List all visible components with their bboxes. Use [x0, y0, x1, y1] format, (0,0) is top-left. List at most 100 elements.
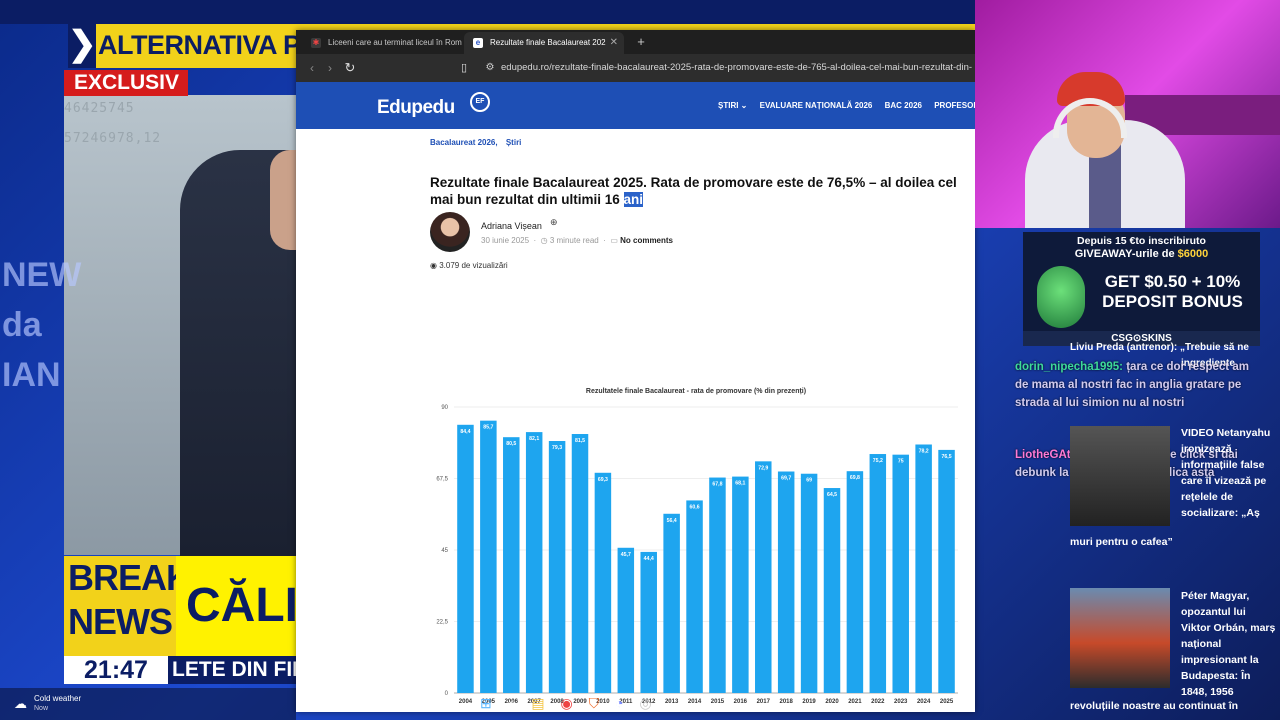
- site-header: Edupedu EF ȘTIRI ⌄ EVALUARE NAȚIONALĂ 20…: [296, 82, 975, 129]
- data-label: 69,8: [850, 475, 860, 481]
- chart-bar: [892, 454, 909, 693]
- site-logo[interactable]: Edupedu: [377, 97, 455, 119]
- cloud-icon: ☁: [14, 696, 27, 711]
- data-label: 68,1: [735, 481, 745, 487]
- streamer-webcam: [975, 0, 1280, 228]
- x-tick-label: 2004: [459, 699, 473, 705]
- discord-icon[interactable]: ◔: [615, 695, 623, 711]
- author-name[interactable]: Adriana Vișean: [481, 221, 542, 231]
- forward-arrow-icon[interactable]: ›: [320, 58, 340, 78]
- news-thumbnail[interactable]: [1070, 588, 1170, 688]
- studio-side-text: NEW da IAN: [2, 256, 82, 394]
- windows-icon[interactable]: ⊞: [480, 695, 492, 711]
- chart-bar: [617, 547, 635, 693]
- bookmark-icon[interactable]: ▯: [454, 58, 474, 78]
- chrome-icon[interactable]: ◉: [560, 695, 572, 711]
- globe-icon[interactable]: ⊕: [550, 217, 558, 228]
- article-date: 30 iunie 2025: [481, 236, 530, 245]
- article-title: Rezultate finale Bacalaureat 2025. Rata …: [430, 175, 957, 207]
- news-thumbnail[interactable]: [1070, 426, 1170, 526]
- data-label: 67,8: [712, 482, 722, 488]
- weather-title: Cold weather: [34, 694, 82, 703]
- pass-rate-chart: Rezultatele finale Bacalaureat - rata de…: [426, 385, 966, 712]
- data-label: 45,7: [621, 552, 631, 558]
- data-label: 64,5: [827, 492, 837, 498]
- main-nav: ȘTIRI ⌄ EVALUARE NAȚIONALĂ 2026 BAC 2026…: [718, 101, 975, 110]
- y-tick-label: 0: [445, 691, 449, 697]
- brave-icon[interactable]: ⛉: [589, 695, 600, 711]
- chart-bar: [823, 488, 841, 693]
- data-label: 76,5: [941, 454, 951, 460]
- chart-bar: [686, 500, 703, 693]
- nav-bac[interactable]: BAC 2026: [885, 101, 922, 110]
- x-tick-label: 2021: [848, 699, 862, 705]
- news-item-title[interactable]: Péter Magyar, opozantul lui Viktor Orbán…: [1181, 588, 1276, 700]
- nav-stiri[interactable]: ȘTIRI ⌄: [718, 101, 747, 110]
- data-label: 85,7: [483, 425, 493, 431]
- data-label: 82,1: [529, 436, 539, 442]
- x-tick-label: 2023: [894, 699, 908, 705]
- chart-bar: [457, 424, 474, 693]
- site-icon: ✱: [311, 38, 321, 48]
- search-icon[interactable]: ⌕: [508, 695, 516, 711]
- x-tick-label: 2014: [688, 699, 702, 705]
- new-tab-button[interactable]: +: [632, 33, 650, 51]
- tv-bottom-ticker: LETE DIN FIEC: [168, 656, 296, 684]
- data-label: 78,2: [919, 448, 929, 454]
- chart-bar: [938, 449, 955, 693]
- weather-notification[interactable]: ☁ Cold weather Now: [0, 688, 296, 720]
- y-tick-label: 45: [441, 548, 448, 554]
- site-info-icon[interactable]: ⚙: [480, 58, 500, 78]
- chart-bar: [663, 513, 680, 693]
- breaking-news-title: CĂLIN G: [176, 556, 296, 656]
- chat-message: dorin_nipecha1995: țara ce dor respect a…: [1015, 361, 1249, 409]
- weather-time: Now: [34, 705, 49, 712]
- news-headline: Liviu Preda (antrenor): „Trebuie să ne: [1070, 342, 1249, 353]
- address-bar[interactable]: edupedu.ro/rezultate-finale-bacalaureat-…: [501, 59, 975, 77]
- back-arrow-icon[interactable]: ‹: [302, 58, 322, 78]
- x-tick-label: 2020: [825, 699, 839, 705]
- data-label: 72,9: [758, 465, 768, 471]
- nav-evaluare[interactable]: EVALUARE NAȚIONALĂ 2026: [760, 101, 873, 110]
- edupedu-icon: e: [473, 38, 483, 48]
- chart-bar: [915, 444, 932, 693]
- news-item-title-cont[interactable]: muri pentru o cafea”: [1070, 534, 1280, 550]
- data-label: 79,3: [552, 445, 562, 451]
- tab-bar: ✱ Liceeni care au terminat liceul în Rom…: [296, 30, 975, 54]
- data-label: 60,6: [689, 504, 699, 510]
- article-meta: 30 iunie 2025 · ◷ 3 minute read · ▭ No c…: [481, 236, 674, 245]
- selected-text: ani: [623, 192, 644, 207]
- exclusiv-badge: EXCLUSIV: [64, 70, 188, 96]
- data-label: 80,5: [506, 441, 516, 447]
- data-label: 84,4: [460, 429, 470, 435]
- chart-bar: [800, 473, 818, 693]
- view-count: ◉ 3.079 de vizualizări: [430, 261, 508, 270]
- tab-title: Rezultate finale Bacalaureat 202: [490, 38, 606, 47]
- news-item-title-cont[interactable]: revoluțiile noastre au continuat în: [1070, 698, 1280, 714]
- file-explorer-icon[interactable]: ▤: [531, 695, 544, 711]
- eye-icon: ◉: [430, 261, 437, 270]
- category-link[interactable]: Bacalaureat 2026,: [430, 138, 498, 147]
- mascot-icon: [1037, 266, 1085, 328]
- chart-svg: 022,54567,59084,4200485,7200580,5200682,…: [436, 405, 958, 705]
- browser-toolbar: ‹ › ↻ ▯ ⚙ edupedu.ro/rezultate-finale-ba…: [296, 54, 975, 82]
- reload-icon[interactable]: ↻: [340, 58, 360, 78]
- comment-icon: ▭: [610, 236, 618, 245]
- x-tick-label: 2019: [802, 699, 816, 705]
- avatar[interactable]: [430, 212, 470, 252]
- tab-title: Liceeni care au terminat liceul în Rom: [328, 38, 462, 47]
- news-item-title[interactable]: VIDEO Netanyahu ironizează informațiile …: [1181, 425, 1271, 521]
- comments-link[interactable]: No comments: [620, 236, 673, 245]
- close-icon[interactable]: ✕: [610, 32, 618, 54]
- data-label: 69: [806, 478, 812, 484]
- tab-rezultate-bac[interactable]: e Rezultate finale Bacalaureat 202 ✕: [464, 32, 624, 54]
- tab-liceeni[interactable]: ✱ Liceeni care au terminat liceul în Rom: [302, 32, 462, 54]
- chart-bar: [732, 476, 749, 693]
- x-tick-label: 2013: [665, 699, 679, 705]
- steam-icon[interactable]: ◎: [639, 695, 651, 711]
- category-link[interactable]: Știri: [506, 138, 522, 147]
- y-tick-label: 67,5: [436, 477, 448, 483]
- wall-number: 46425745: [64, 101, 135, 116]
- nav-profesor[interactable]: PROFESOR: [934, 101, 975, 110]
- chart-bar: [548, 441, 566, 693]
